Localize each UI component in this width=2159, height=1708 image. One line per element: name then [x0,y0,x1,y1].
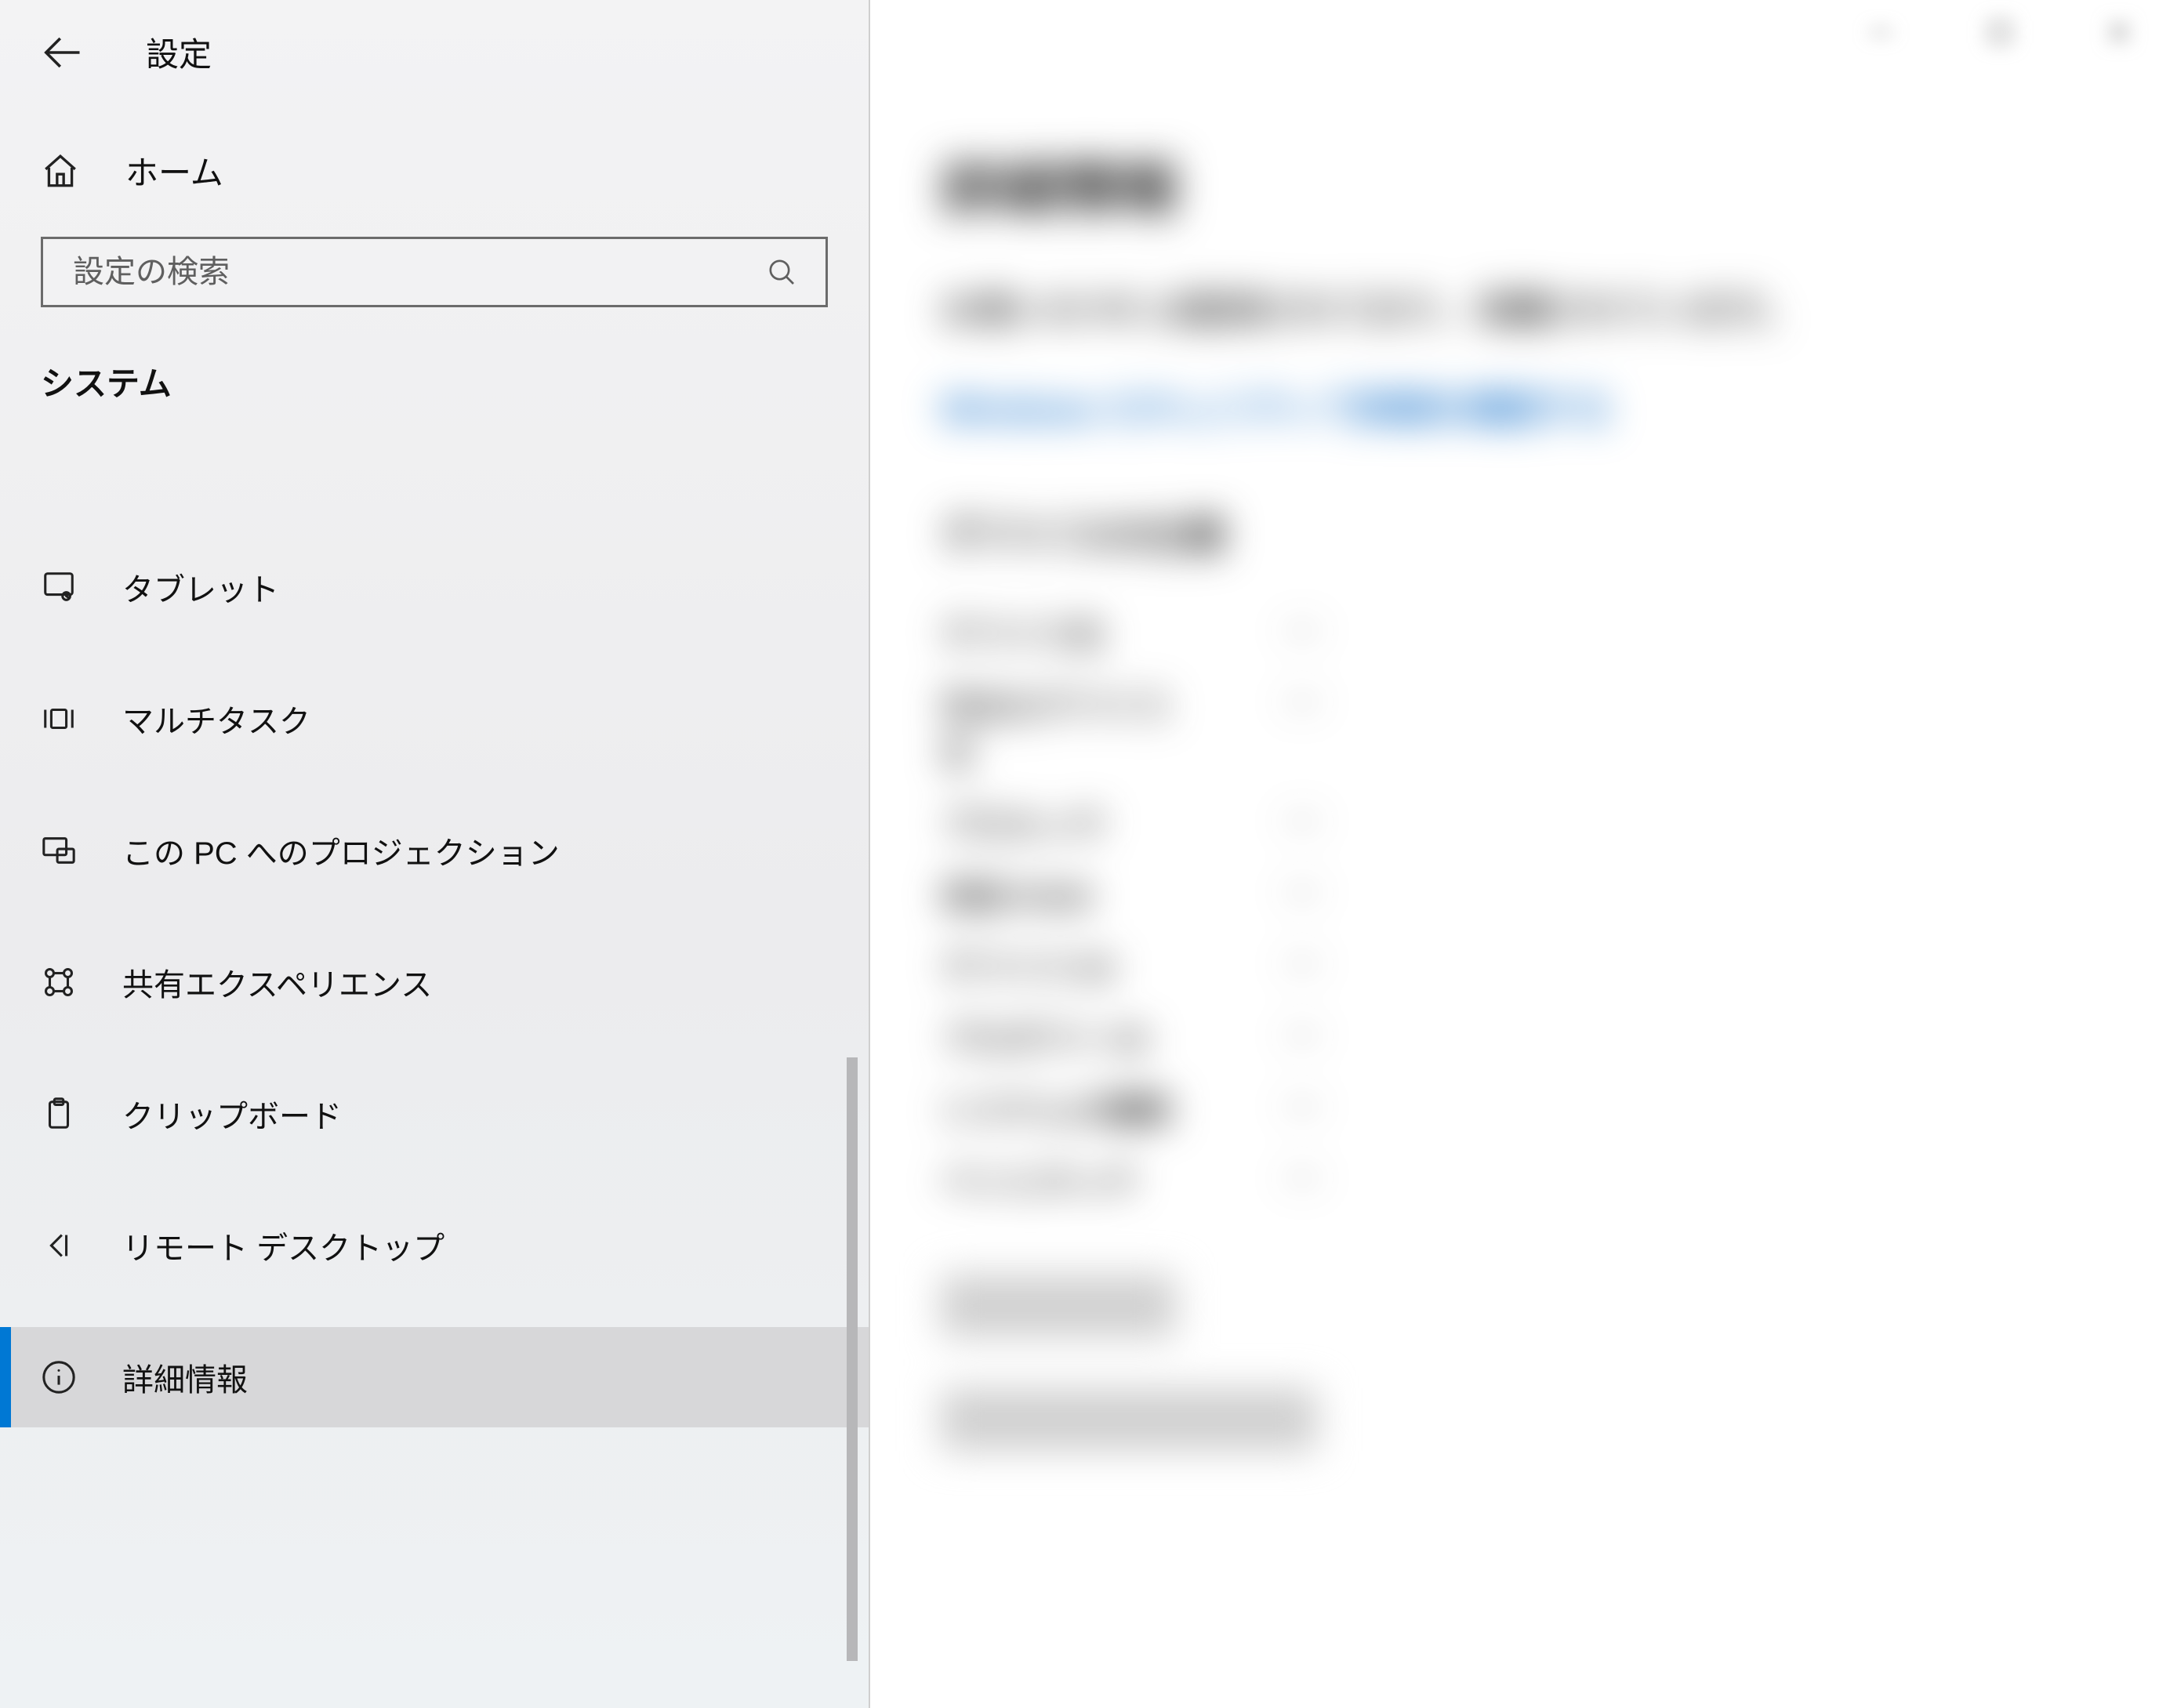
project-icon [41,832,77,869]
nav-label: 詳細情報 [122,1354,248,1400]
clipboard-icon [41,1096,77,1132]
info-icon [41,1359,77,1395]
sidebar-header: 設定 [0,0,869,104]
status-line: お使いの PC は監視されており、保護されています。 [941,282,2159,334]
security-link[interactable]: Windows セキュリティで詳細を確認する [941,381,2159,433]
sidebar-item-multitask[interactable]: マルチタスク [0,669,869,769]
settings-title: 設定 [146,28,212,76]
remote-desktop-icon [41,1228,77,1264]
spec-row: プロセッサ— [941,800,2159,847]
nav-label: タブレット [122,564,279,610]
spec-row: プロダクト ID— [941,1014,2159,1061]
sidebar-item-about[interactable]: 詳細情報 [0,1327,869,1427]
sidebar-item-project[interactable]: この PC へのプロジェクション [0,800,869,901]
sidebar-item-shared-experiences[interactable]: 共有エクスペリエンス [0,932,869,1032]
spec-row: システムの種類— [941,1085,2159,1133]
nav-label: クリップボード [122,1091,342,1137]
nav-label: マルチタスク [122,696,310,742]
back-arrow-icon[interactable] [41,31,83,74]
shared-icon [41,964,77,1000]
rename-button[interactable] [941,1388,1317,1451]
page-title: 詳細情報 [941,141,2159,227]
blurred-content: 詳細情報 お使いの PC は監視されており、保護されています。 Windows … [870,0,2159,1455]
spec-row: デバイス ID— [941,942,2159,990]
sidebar-section-label: システム [0,335,869,427]
search-input[interactable] [71,238,766,306]
search-icon [766,256,797,288]
spec-row: 完全なデバイス名— [941,680,2159,776]
sidebar-item-tablet[interactable]: タブレット [0,537,869,637]
tablet-icon [41,569,77,605]
sidebar-home[interactable]: ホーム [0,104,869,237]
nav-label: リモート デスクトップ [122,1223,444,1268]
spec-row: デバイス名— [941,609,2159,657]
search-box[interactable] [41,237,828,307]
spec-row: ペンとタッチ— [941,1156,2159,1204]
spec-heading: デバイスの仕様 [941,503,2159,562]
sidebar-nav: タブレット マルチタスク [0,537,869,1427]
spec-row: 実装 RAM— [941,871,2159,919]
home-icon [41,151,80,190]
nav-label: この PC へのプロジェクション [122,828,560,873]
sidebar-item-clipboard[interactable]: クリップボード [0,1064,869,1164]
multitask-icon [41,701,77,737]
settings-sidebar: 設定 ホーム システム [0,0,870,1708]
nav-label: 共有エクスペリエンス [122,959,432,1005]
sidebar-scrollbar[interactable] [847,1057,858,1661]
copy-button[interactable] [941,1275,1176,1337]
main-content: 詳細情報 お使いの PC は監視されており、保護されています。 Windows … [870,0,2159,1708]
sidebar-item-remote-desktop[interactable]: リモート デスクトップ [0,1195,869,1296]
home-label: ホーム [125,147,223,194]
